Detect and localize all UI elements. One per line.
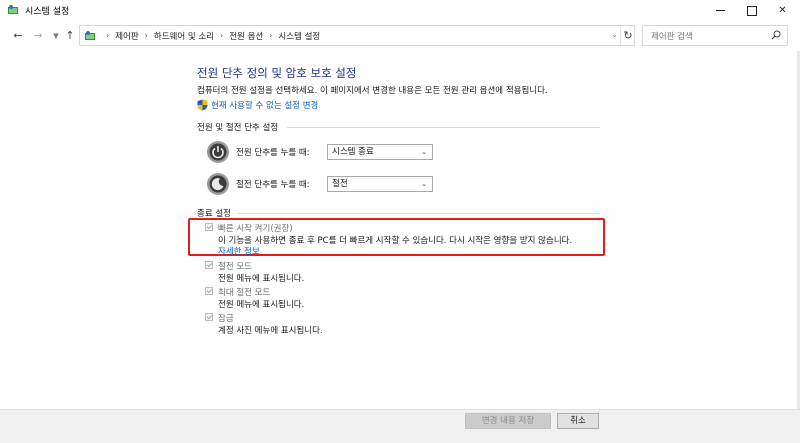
breadcrumb-item-power-options[interactable]: 전원 옵션: [229, 30, 263, 42]
chevron-down-icon: ⌄: [421, 180, 427, 188]
recent-locations-button[interactable]: ▼: [49, 29, 63, 43]
chevron-right-icon: ›: [106, 31, 110, 40]
lock-title: 잠금: [218, 314, 234, 324]
breadcrumb-item-system-settings[interactable]: 시스템 설정: [278, 30, 320, 42]
power-section-heading: 전원 및 절전 단추 설정: [197, 123, 279, 133]
up-button[interactable]: ↑: [63, 29, 77, 43]
fast-startup-title: 빠른 시작 켜기(권장): [218, 224, 293, 234]
control-panel-icon: [85, 31, 95, 40]
refresh-icon: ↻: [623, 29, 633, 42]
up-arrow-icon: ↑: [65, 29, 75, 42]
sleep-button-select[interactable]: 절전 ⌄: [327, 176, 433, 192]
uac-shield-icon: [197, 99, 208, 111]
title-bar: 시스템 설정 ✕: [0, 0, 800, 21]
save-changes-button[interactable]: 변경 내용 저장: [465, 413, 551, 429]
power-button-icon: [207, 141, 229, 163]
page-description: 컴퓨터의 전원 설정을 선택하세요. 이 페이지에서 변경한 내용은 모든 전원…: [197, 86, 548, 96]
control-panel-icon: [8, 5, 18, 14]
address-dropdown-button[interactable]: ⌄: [609, 26, 620, 45]
search-input[interactable]: 제어판 검색: [642, 25, 788, 46]
lock-checkbox[interactable]: [205, 313, 213, 321]
chevron-down-icon: ⌄: [611, 31, 618, 39]
refresh-button[interactable]: ↻: [620, 26, 635, 45]
change-unavailable-settings-link[interactable]: 현재 사용할 수 없는 설정 변경: [197, 99, 318, 111]
hibernate-description: 전원 메뉴에 표시됩니다.: [218, 300, 305, 310]
power-button-label: 전원 단추를 누를 때:: [236, 148, 310, 158]
sleep-title: 절전 모드: [218, 262, 252, 272]
hibernate-title: 최대 절전 모드: [218, 288, 271, 298]
window-title: 시스템 설정: [25, 7, 70, 17]
back-arrow-icon: ←: [13, 29, 23, 42]
maximize-button[interactable]: [736, 0, 767, 21]
hibernate-checkbox[interactable]: [205, 287, 213, 295]
section-divider: [237, 213, 600, 214]
section-divider: [287, 127, 600, 128]
chevron-right-icon[interactable]: ›: [269, 31, 272, 40]
power-button-row: 전원 단추를 누를 때: 시스템 종료 ⌄: [206, 140, 433, 164]
search-placeholder: 제어판 검색: [651, 32, 693, 42]
sleep-button-select-value: 절전: [332, 179, 348, 189]
minimize-icon: [716, 10, 725, 11]
lock-description: 계정 사진 메뉴에 표시됩니다.: [218, 326, 323, 336]
search-icon: [771, 30, 781, 40]
chevron-down-icon: ⌄: [421, 148, 427, 156]
close-button[interactable]: ✕: [767, 0, 798, 21]
forward-button[interactable]: →: [31, 29, 45, 43]
page-title: 전원 단추 정의 및 암호 보호 설정: [197, 66, 357, 80]
chevron-right-icon[interactable]: ›: [145, 31, 148, 40]
fast-startup-checkbox[interactable]: [205, 223, 213, 231]
sleep-description: 전원 메뉴에 표시됩니다.: [218, 274, 305, 284]
breadcrumb: › 제어판 › 하드웨어 및 소리 › 전원 옵션 › 시스템 설정: [100, 26, 320, 45]
forward-arrow-icon: →: [33, 29, 43, 42]
sleep-button-label: 절전 단추를 누를 때:: [236, 180, 310, 190]
footer-bar: 변경 내용 저장 취소: [0, 409, 800, 443]
learn-more-link[interactable]: 자세한 정보: [218, 245, 260, 257]
minimize-button[interactable]: [705, 0, 736, 21]
power-button-select-value: 시스템 종료: [332, 147, 374, 157]
back-button[interactable]: ←: [11, 29, 25, 43]
main-content: 전원 단추 정의 및 암호 보호 설정 컴퓨터의 전원 설정을 선택하세요. 이…: [0, 51, 800, 409]
breadcrumb-item-control-panel[interactable]: 제어판: [115, 30, 138, 42]
change-link-text[interactable]: 현재 사용할 수 없는 설정 변경: [211, 99, 318, 111]
address-bar[interactable]: › 제어판 › 하드웨어 및 소리 › 전원 옵션 › 시스템 설정 ⌄ ↻: [79, 25, 635, 46]
sleep-button-icon: [207, 173, 229, 195]
chevron-right-icon[interactable]: ›: [220, 31, 223, 40]
cancel-button[interactable]: 취소: [557, 413, 599, 429]
breadcrumb-item-hardware-sound[interactable]: 하드웨어 및 소리: [154, 30, 214, 42]
chevron-down-icon: ▼: [53, 32, 59, 40]
maximize-icon: [746, 5, 757, 16]
sleep-checkbox[interactable]: [205, 261, 213, 269]
fast-startup-description: 이 기능을 사용하면 종료 후 PC를 더 빠르게 시작할 수 있습니다. 다시…: [218, 236, 573, 246]
power-button-select[interactable]: 시스템 종료 ⌄: [327, 144, 433, 160]
sleep-button-row: 절전 단추를 누를 때: 절전 ⌄: [206, 172, 433, 196]
navigation-bar: ← → ▼ ↑ › 제어판 › 하드웨어 및 소리 › 전원 옵션 › 시스템 …: [0, 21, 800, 51]
close-icon: ✕: [778, 5, 787, 16]
